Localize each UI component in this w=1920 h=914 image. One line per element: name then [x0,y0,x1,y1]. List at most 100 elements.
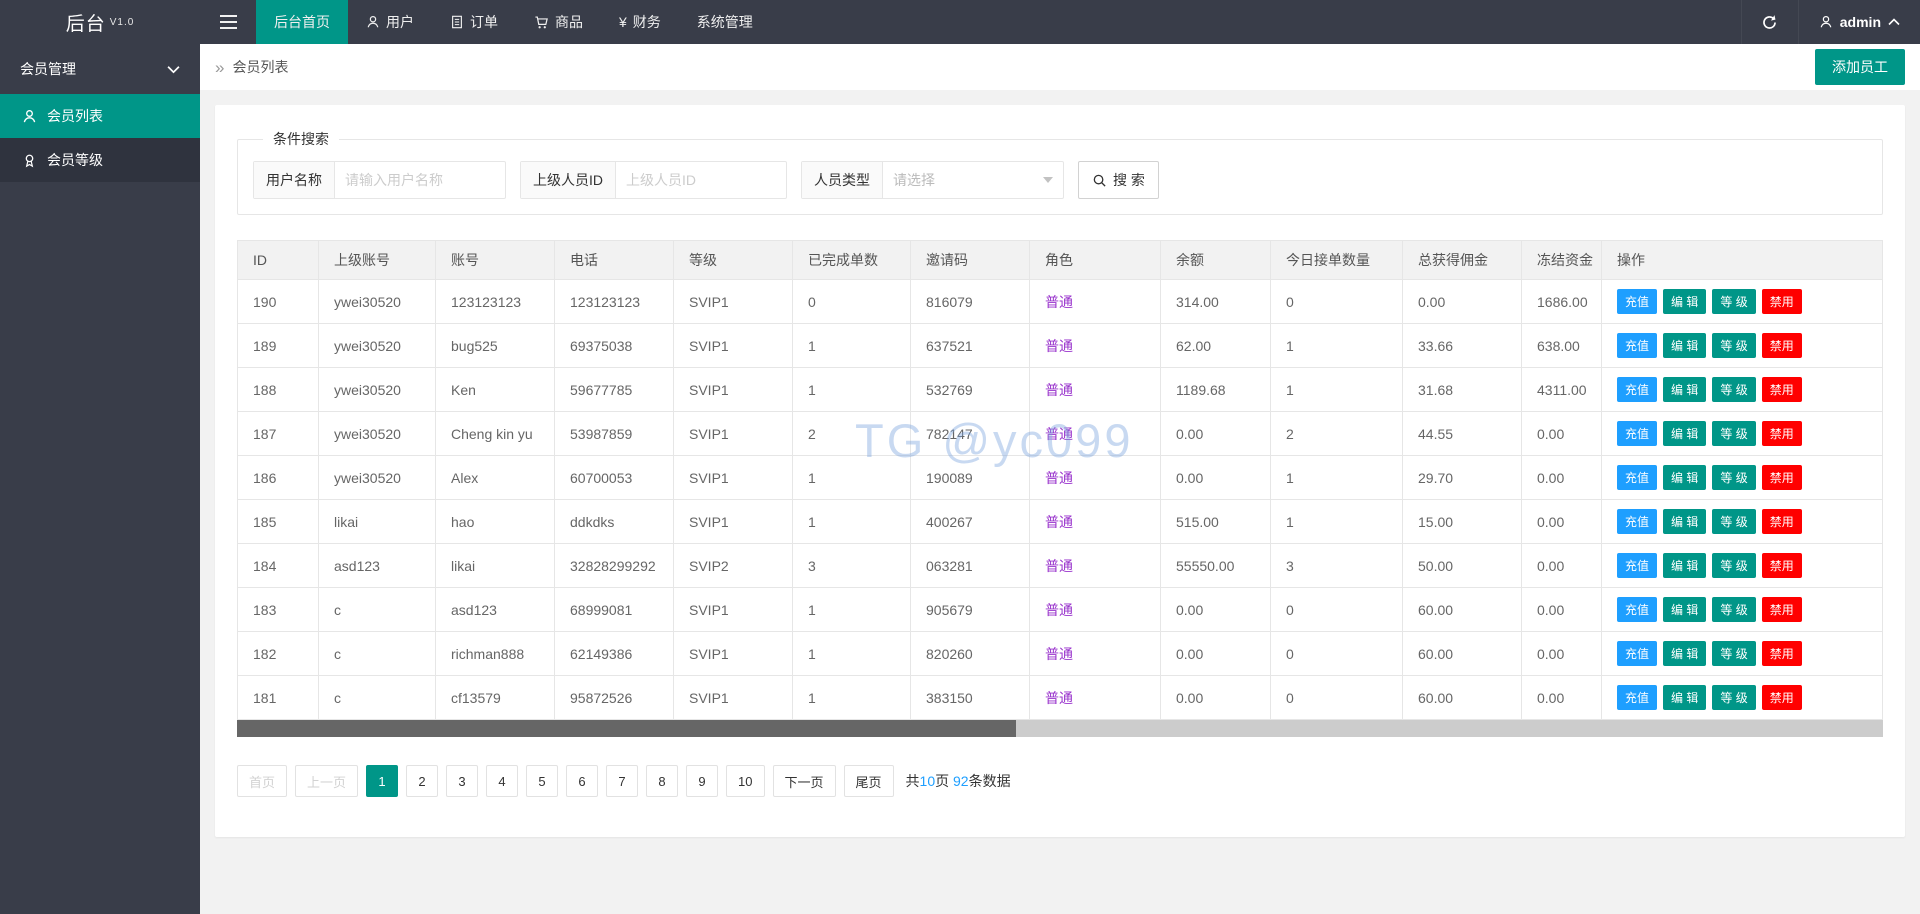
sidebar-item-member-list[interactable]: 会员列表 [0,94,200,138]
horizontal-scrollbar-track[interactable] [237,720,1883,737]
cell-frozen-funds: 0.00 [1522,500,1602,544]
level-button[interactable]: 等 级 [1712,509,1755,534]
nav-tab-products[interactable]: 商品 [516,0,601,44]
sidebar-item-member-level[interactable]: 会员等级 [0,138,200,182]
level-button[interactable]: 等 级 [1712,377,1755,402]
nav-tab-finance[interactable]: ¥ 财务 [601,0,679,44]
edit-button[interactable]: 编 辑 [1663,289,1706,314]
nav-tab-users[interactable]: 用户 [348,0,432,44]
level-button[interactable]: 等 级 [1712,333,1755,358]
disable-button[interactable]: 禁用 [1762,377,1802,402]
disable-button[interactable]: 禁用 [1762,421,1802,446]
role-link[interactable]: 普通 [1045,426,1073,442]
add-staff-button[interactable]: 添加员工 [1815,49,1905,85]
disable-button[interactable]: 禁用 [1762,553,1802,578]
cell-invite-code: 532769 [911,368,1030,412]
user-menu[interactable]: admin [1798,0,1920,44]
edit-button[interactable]: 编 辑 [1663,377,1706,402]
disable-button[interactable]: 禁用 [1762,465,1802,490]
edit-button[interactable]: 编 辑 [1663,641,1706,666]
page-button-7[interactable]: 7 [606,765,638,797]
recharge-button[interactable]: 充值 [1617,465,1657,490]
edit-button[interactable]: 编 辑 [1663,465,1706,490]
cell-total-commission: 29.70 [1403,456,1522,500]
member-type-field-label: 人员类型 [802,162,883,198]
first-page-button[interactable]: 首页 [237,765,287,797]
cell-account: Cheng kin yu [436,412,555,456]
nav-tab-label: 系统管理 [697,12,753,32]
horizontal-scrollbar-thumb[interactable] [237,720,1016,737]
recharge-button[interactable]: 充值 [1617,377,1657,402]
edit-button[interactable]: 编 辑 [1663,509,1706,534]
role-link[interactable]: 普通 [1045,646,1073,662]
role-link[interactable]: 普通 [1045,558,1073,574]
recharge-button[interactable]: 充值 [1617,289,1657,314]
level-button[interactable]: 等 级 [1712,289,1755,314]
recharge-button[interactable]: 充值 [1617,553,1657,578]
edit-button[interactable]: 编 辑 [1663,553,1706,578]
role-link[interactable]: 普通 [1045,602,1073,618]
role-link[interactable]: 普通 [1045,514,1073,530]
page-button-6[interactable]: 6 [566,765,598,797]
page-button-4[interactable]: 4 [486,765,518,797]
page-button-10[interactable]: 10 [726,765,764,797]
navbar-right: admin [1741,0,1920,44]
parent-id-input[interactable] [616,162,786,198]
page-button-2[interactable]: 2 [406,765,438,797]
summary-number: 10 [920,773,936,789]
nav-tab-system[interactable]: 系统管理 [679,0,771,44]
prev-page-button[interactable]: 上一页 [295,765,358,797]
cell-frozen-funds: 0.00 [1522,588,1602,632]
role-link[interactable]: 普通 [1045,690,1073,706]
recharge-button[interactable]: 充值 [1617,421,1657,446]
level-button[interactable]: 等 级 [1712,685,1755,710]
cell-total-commission: 60.00 [1403,676,1522,720]
cell-role: 普通 [1030,412,1161,456]
edit-button[interactable]: 编 辑 [1663,685,1706,710]
search-button[interactable]: 搜 索 [1078,161,1159,199]
level-button[interactable]: 等 级 [1712,465,1755,490]
next-page-button[interactable]: 下一页 [773,765,836,797]
page-button-9[interactable]: 9 [686,765,718,797]
cell-phone: 32828299292 [555,544,674,588]
disable-button[interactable]: 禁用 [1762,509,1802,534]
last-page-button[interactable]: 尾页 [844,765,894,797]
disable-button[interactable]: 禁用 [1762,333,1802,358]
cell-completed-count: 1 [793,588,911,632]
level-button[interactable]: 等 级 [1712,553,1755,578]
level-button[interactable]: 等 级 [1712,597,1755,622]
recharge-button[interactable]: 充值 [1617,641,1657,666]
recharge-button[interactable]: 充值 [1617,597,1657,622]
summary-number: 92 [953,773,969,789]
sidebar-group-member-management[interactable]: 会员管理 [0,44,200,94]
recharge-button[interactable]: 充值 [1617,333,1657,358]
recharge-button[interactable]: 充值 [1617,509,1657,534]
column-header-phone: 电话 [555,241,674,280]
username-input[interactable] [335,162,505,198]
page-button-8[interactable]: 8 [646,765,678,797]
page-button-5[interactable]: 5 [526,765,558,797]
disable-button[interactable]: 禁用 [1762,641,1802,666]
level-button[interactable]: 等 级 [1712,421,1755,446]
edit-button[interactable]: 编 辑 [1663,597,1706,622]
page-button-3[interactable]: 3 [446,765,478,797]
edit-button[interactable]: 编 辑 [1663,421,1706,446]
disable-button[interactable]: 禁用 [1762,685,1802,710]
cell-today-orders: 0 [1271,280,1403,324]
disable-button[interactable]: 禁用 [1762,289,1802,314]
hamburger-icon[interactable] [200,0,256,44]
recharge-button[interactable]: 充值 [1617,685,1657,710]
edit-button[interactable]: 编 辑 [1663,333,1706,358]
disable-button[interactable]: 禁用 [1762,597,1802,622]
nav-tab-home[interactable]: 后台首页 [256,0,348,44]
level-button[interactable]: 等 级 [1712,641,1755,666]
role-link[interactable]: 普通 [1045,382,1073,398]
member-table-body: 190ywei30520123123123123123123SVIP108160… [238,280,1883,720]
refresh-button[interactable] [1741,0,1798,44]
role-link[interactable]: 普通 [1045,338,1073,354]
role-link[interactable]: 普通 [1045,294,1073,310]
nav-tab-orders[interactable]: 订单 [432,0,516,44]
member-type-select[interactable]: 请选择 [883,162,1063,198]
role-link[interactable]: 普通 [1045,470,1073,486]
page-button-1[interactable]: 1 [366,765,398,797]
